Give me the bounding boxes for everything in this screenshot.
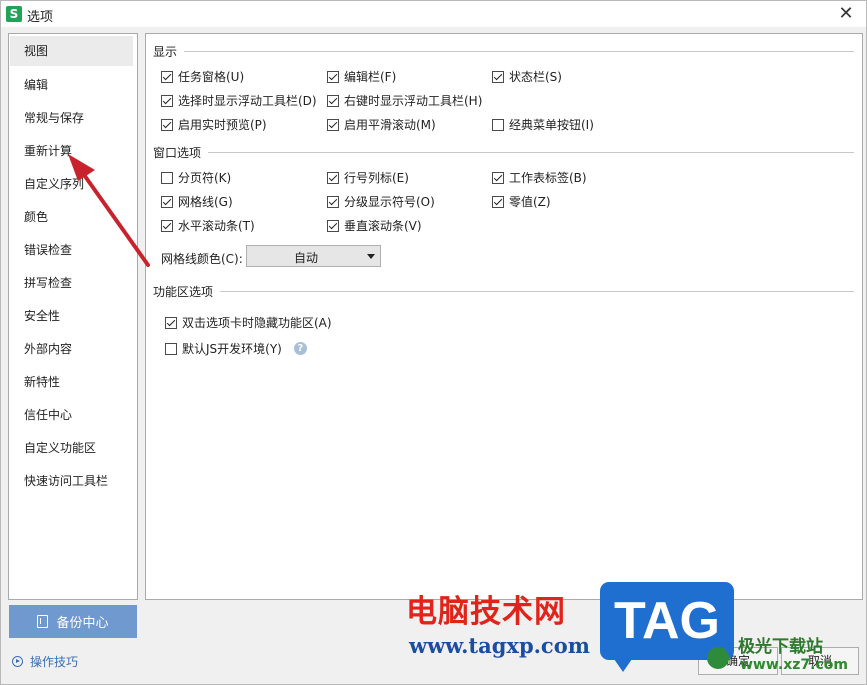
- section-divider: [220, 291, 854, 292]
- checkbox[interactable]: [327, 94, 339, 107]
- play-circle-icon: [12, 656, 23, 667]
- section-title-window-options: 窗口选项: [153, 146, 202, 160]
- option-label: 状态栏(S): [509, 70, 562, 84]
- nav-item-customize-ribbon[interactable]: 自定义功能区: [10, 433, 133, 463]
- checkbox[interactable]: [161, 171, 173, 184]
- checkbox[interactable]: [327, 70, 339, 83]
- option-vertical-scrollbar[interactable]: 垂直滚动条(V): [327, 217, 422, 234]
- option-label: 分级显示符号(O): [344, 195, 435, 209]
- nav-item-external-content[interactable]: 外部内容: [10, 334, 133, 364]
- option-label: 经典菜单按钮(I): [509, 118, 594, 132]
- checkbox[interactable]: [492, 70, 504, 83]
- checkbox[interactable]: [165, 316, 177, 329]
- option-label: 行号列标(E): [344, 171, 409, 185]
- option-formula-bar[interactable]: 编辑栏(F): [327, 68, 396, 85]
- option-hide-ribbon-on-double-click[interactable]: 双击选项卡时隐藏功能区(A): [165, 314, 332, 331]
- nav-item-edit[interactable]: 编辑: [10, 70, 133, 100]
- section-divider: [184, 51, 854, 52]
- option-label: 右键时显示浮动工具栏(H): [344, 94, 483, 108]
- nav-item-error-check[interactable]: 错误检查: [10, 235, 133, 265]
- checkbox[interactable]: [161, 195, 173, 208]
- wps-sheet-app-icon: S: [6, 6, 22, 22]
- operation-tips-label: 操作技巧: [30, 655, 79, 669]
- checkbox[interactable]: [161, 118, 173, 131]
- options-nav: 视图 编辑 常规与保存 重新计算 自定义序列 颜色 错误检查 拼写检查 安全性 …: [8, 33, 138, 600]
- nav-item-new-features[interactable]: 新特性: [10, 367, 133, 397]
- nav-item-quick-access-toolbar[interactable]: 快速访问工具栏: [10, 466, 133, 496]
- option-task-pane[interactable]: 任务窗格(U): [161, 68, 244, 85]
- checkbox[interactable]: [327, 118, 339, 131]
- watermark-site-name: 电脑技术网: [406, 594, 566, 630]
- option-row-col-headers[interactable]: 行号列标(E): [327, 169, 409, 186]
- window-title: 选项: [27, 10, 54, 25]
- watermark-site2-name: 极光下载站: [738, 637, 823, 657]
- checkbox[interactable]: [161, 219, 173, 232]
- option-live-preview[interactable]: 启用实时预览(P): [161, 116, 267, 133]
- section-title-ribbon-options: 功能区选项: [153, 285, 214, 299]
- gridline-color-value: 自动: [293, 251, 318, 265]
- section-divider: [208, 152, 854, 153]
- backup-center-label: 备份中心: [56, 616, 109, 631]
- option-label: 水平滚动条(T): [178, 219, 255, 233]
- operation-tips-link[interactable]: 操作技巧: [12, 653, 78, 670]
- option-default-js-env[interactable]: 默认JS开发环境(Y)?: [165, 340, 307, 357]
- option-label: 任务窗格(U): [178, 70, 245, 84]
- option-label: 默认JS开发环境(Y): [182, 342, 282, 356]
- section-title-display: 显示: [153, 45, 178, 59]
- option-label: 启用平滑滚动(M): [344, 118, 436, 132]
- checkbox[interactable]: [327, 171, 339, 184]
- backup-icon: [37, 615, 49, 628]
- option-horizontal-scrollbar[interactable]: 水平滚动条(T): [161, 217, 255, 234]
- gridline-color-label: 网格线颜色(C):: [161, 252, 243, 266]
- option-outline-symbols[interactable]: 分级显示符号(O): [327, 193, 435, 210]
- options-dialog: S 选项 ✕ 视图 编辑 常规与保存 重新计算 自定义序列 颜色 错误检查 拼写…: [0, 0, 867, 685]
- checkbox[interactable]: [161, 94, 173, 107]
- option-float-toolbar-on-select[interactable]: 选择时显示浮动工具栏(D): [161, 92, 317, 109]
- watermark-site-url: www.tagxp.com: [409, 633, 590, 658]
- dropdown-arrow-icon: [367, 254, 375, 259]
- title-bar: S 选项 ✕: [1, 1, 866, 27]
- checkbox[interactable]: [161, 70, 173, 83]
- checkbox[interactable]: [492, 171, 504, 184]
- gridline-color-dropdown[interactable]: 自动: [246, 245, 381, 267]
- option-label: 启用实时预览(P): [178, 118, 267, 132]
- option-label: 零值(Z): [509, 195, 551, 209]
- option-smooth-scroll[interactable]: 启用平滑滚动(M): [327, 116, 436, 133]
- close-icon[interactable]: ✕: [836, 3, 856, 24]
- option-gridlines[interactable]: 网格线(G): [161, 193, 233, 210]
- option-label: 网格线(G): [178, 195, 233, 209]
- checkbox[interactable]: [492, 118, 504, 131]
- watermark-leaf-icon: [707, 647, 729, 669]
- nav-item-trust-center[interactable]: 信任中心: [10, 400, 133, 430]
- option-label: 垂直滚动条(V): [344, 219, 422, 233]
- nav-item-security[interactable]: 安全性: [10, 301, 133, 331]
- option-label: 双击选项卡时隐藏功能区(A): [182, 316, 332, 330]
- option-label: 工作表标签(B): [509, 171, 587, 185]
- option-label: 编辑栏(F): [344, 70, 397, 84]
- option-label: 分页符(K): [178, 171, 232, 185]
- nav-item-custom-lists[interactable]: 自定义序列: [10, 169, 133, 199]
- nav-item-spell-check[interactable]: 拼写检查: [10, 268, 133, 298]
- watermark-site2-url: www.xz7.com: [740, 657, 848, 673]
- option-page-breaks[interactable]: 分页符(K): [161, 169, 231, 186]
- nav-item-color[interactable]: 颜色: [10, 202, 133, 232]
- checkbox[interactable]: [165, 342, 177, 355]
- checkbox[interactable]: [492, 195, 504, 208]
- option-status-bar[interactable]: 状态栏(S): [492, 68, 562, 85]
- option-float-toolbar-on-right-click[interactable]: 右键时显示浮动工具栏(H): [327, 92, 482, 109]
- nav-item-view[interactable]: 视图: [10, 36, 133, 66]
- checkbox[interactable]: [327, 195, 339, 208]
- help-icon[interactable]: ?: [293, 342, 307, 355]
- option-label: 选择时显示浮动工具栏(D): [178, 94, 317, 108]
- option-classic-menu-button[interactable]: 经典菜单按钮(I): [492, 116, 594, 133]
- nav-item-recalculate[interactable]: 重新计算: [10, 136, 133, 166]
- backup-center-button[interactable]: 备份中心: [9, 605, 137, 638]
- option-sheet-tabs[interactable]: 工作表标签(B): [492, 169, 587, 186]
- nav-item-general-save[interactable]: 常规与保存: [10, 103, 133, 133]
- view-options-panel: 显示 任务窗格(U) 编辑栏(F) 状态栏(S) 选择时显示浮动工具栏(D) 右…: [145, 33, 863, 600]
- checkbox[interactable]: [327, 219, 339, 232]
- option-zero-values[interactable]: 零值(Z): [492, 193, 551, 210]
